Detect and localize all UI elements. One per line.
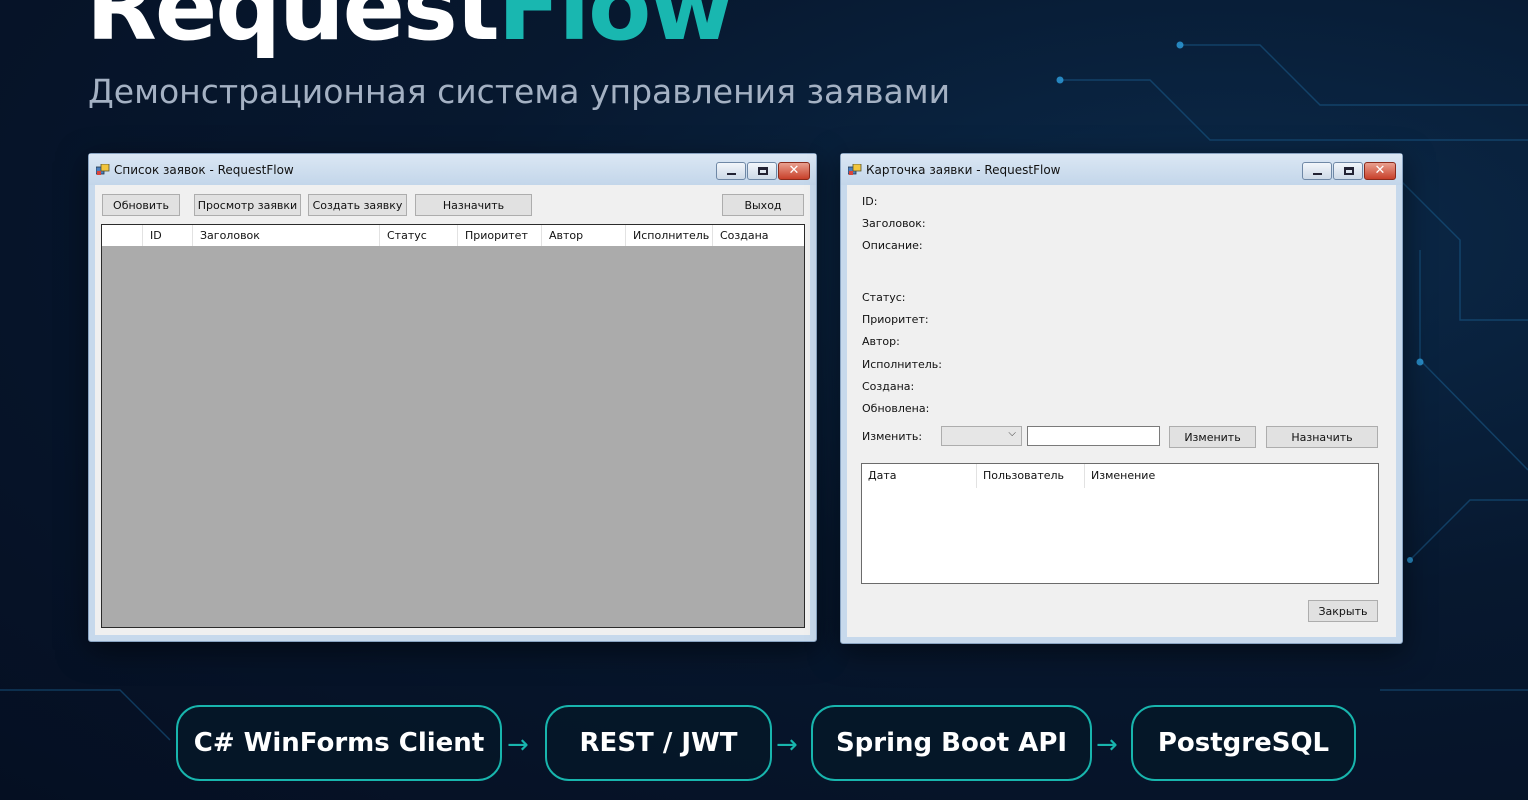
refresh-button[interactable]: Обновить	[102, 194, 180, 216]
grid-header: ID Заголовок Статус Приоритет Автор Испо…	[102, 225, 804, 246]
history-column-user[interactable]: Пользователь	[977, 464, 1085, 488]
assign-button[interactable]: Назначить	[1266, 426, 1378, 448]
close-button[interactable]: ✕	[778, 162, 810, 180]
history-column-date[interactable]: Дата	[862, 464, 977, 488]
hero-title-main: Request	[86, 0, 500, 61]
hero-subtitle: Демонстрационная система управления заяв…	[88, 72, 951, 111]
field-priority-label: Приоритет:	[862, 313, 929, 326]
grid-column-title[interactable]: Заголовок	[193, 225, 380, 246]
field-status-label: Статус:	[862, 291, 906, 304]
card-window-title: Карточка заявки - RequestFlow	[866, 163, 1061, 177]
minimize-icon	[727, 173, 736, 175]
grid-column-created[interactable]: Создана	[713, 225, 804, 246]
field-author-label: Автор:	[862, 335, 900, 348]
history-column-change[interactable]: Изменение	[1085, 464, 1285, 488]
grid-column-priority[interactable]: Приоритет	[458, 225, 542, 246]
maximize-button[interactable]	[1333, 162, 1363, 180]
minimize-button[interactable]	[716, 162, 746, 180]
list-window-client: Обновить Просмотр заявки Создать заявку …	[95, 185, 810, 635]
list-window: Список заявок - RequestFlow ✕ Обновить П…	[88, 153, 817, 642]
hero-title: RequestFlow	[86, 0, 734, 54]
card-window: Карточка заявки - RequestFlow ✕ ID: Заго…	[840, 153, 1403, 644]
change-button[interactable]: Изменить	[1169, 426, 1256, 448]
field-updated-label: Обновлена:	[862, 402, 930, 415]
grid-row-header-column	[102, 225, 143, 246]
field-title-label: Заголовок:	[862, 217, 926, 230]
field-assignee-label: Исполнитель:	[862, 358, 942, 371]
list-window-titlebar[interactable]: Список заявок - RequestFlow ✕	[89, 154, 816, 185]
grid-column-id[interactable]: ID	[143, 225, 193, 246]
create-request-button[interactable]: Создать заявку	[308, 194, 407, 216]
view-request-button[interactable]: Просмотр заявки	[194, 194, 301, 216]
pipeline-arrow-3: →	[1096, 730, 1118, 760]
grid-column-author[interactable]: Автор	[542, 225, 626, 246]
exit-button[interactable]: Выход	[722, 194, 804, 216]
maximize-icon	[1344, 167, 1354, 175]
field-description-label: Описание:	[862, 239, 923, 252]
maximize-button[interactable]	[747, 162, 777, 180]
pipeline-step-db: PostgreSQL	[1131, 705, 1356, 781]
minimize-button[interactable]	[1302, 162, 1332, 180]
card-window-titlebar[interactable]: Карточка заявки - RequestFlow ✕	[841, 154, 1402, 185]
list-window-title: Список заявок - RequestFlow	[114, 163, 294, 177]
assign-button[interactable]: Назначить	[415, 194, 532, 216]
pipeline-arrow-2: →	[776, 730, 798, 760]
hero-title-accent: Flow	[497, 0, 735, 61]
field-id-label: ID:	[862, 195, 878, 208]
minimize-icon	[1313, 173, 1322, 175]
change-value-input[interactable]	[1027, 426, 1160, 446]
grid-column-assignee[interactable]: Исполнитель	[626, 225, 713, 246]
field-created-label: Создана:	[862, 380, 915, 393]
history-list[interactable]: Дата Пользователь Изменение	[861, 463, 1379, 584]
close-card-button[interactable]: Закрыть	[1308, 600, 1378, 622]
pipeline-step-api: Spring Boot API	[811, 705, 1092, 781]
pipeline-step-rest: REST / JWT	[545, 705, 772, 781]
grid-column-status[interactable]: Статус	[380, 225, 458, 246]
status-combo[interactable]: ⌵	[941, 426, 1022, 446]
pipeline-step-client: C# WinForms Client	[176, 705, 502, 781]
pipeline-arrow-1: →	[507, 730, 529, 760]
card-window-client: ID: Заголовок: Описание: Статус: Приорит…	[847, 185, 1396, 637]
maximize-icon	[758, 167, 768, 175]
app-window-icon	[96, 164, 110, 175]
change-label: Изменить:	[862, 430, 923, 443]
requests-grid[interactable]: ID Заголовок Статус Приоритет Автор Испо…	[101, 224, 805, 628]
app-window-icon	[848, 164, 862, 175]
chevron-down-icon: ⌵	[1008, 428, 1016, 439]
close-icon: ✕	[788, 163, 800, 178]
close-icon: ✕	[1374, 163, 1386, 178]
close-button[interactable]: ✕	[1364, 162, 1396, 180]
